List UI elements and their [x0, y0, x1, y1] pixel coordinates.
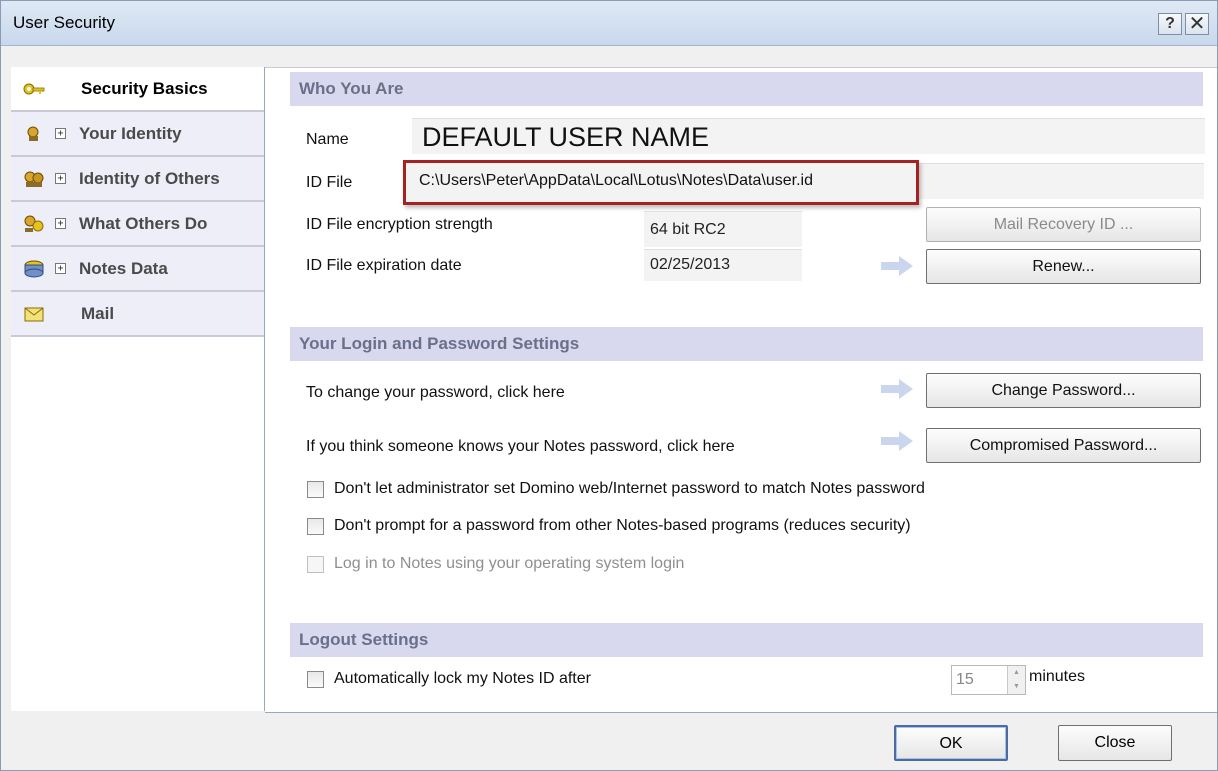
expand-icon[interactable]: +	[55, 218, 66, 229]
sidebar-item-security-basics[interactable]: Security Basics	[11, 67, 264, 112]
close-button[interactable]: Close	[1058, 725, 1172, 761]
envelope-icon	[24, 307, 44, 322]
checkbox-label: Log in to Notes using your operating sys…	[334, 555, 685, 572]
database-icon	[24, 260, 44, 278]
minutes-stepper[interactable]: 15 ▲ ▼	[951, 665, 1026, 695]
compromised-password-text: If you think someone knows your Notes pa…	[306, 438, 735, 455]
checkbox-auto-lock[interactable]	[307, 671, 324, 688]
sidebar-item-notes-data[interactable]: + Notes Data	[11, 247, 264, 292]
renew-button[interactable]: Renew...	[926, 249, 1201, 284]
sidebar-item-label: Notes Data	[79, 259, 168, 278]
expiration-date-label: ID File expiration date	[306, 257, 462, 274]
expiration-date-value: 02/25/2013	[644, 249, 802, 281]
minutes-value: 15	[956, 671, 974, 688]
key-icon	[23, 83, 45, 95]
section-header-logout: Logout Settings	[290, 623, 1203, 657]
sidebar-item-label: What Others Do	[79, 214, 208, 233]
user-security-dialog: User Security ? ✕ Security Basics + Your…	[0, 0, 1218, 771]
sidebar-item-label: Your Identity	[79, 124, 182, 143]
help-button[interactable]: ?	[1158, 13, 1182, 35]
sidebar-item-identity-of-others[interactable]: + Identity of Others	[11, 157, 264, 202]
keys-people-icon	[24, 215, 44, 232]
people-icon	[24, 171, 44, 187]
sidebar-item-mail[interactable]: Mail	[11, 292, 264, 337]
sidebar: Security Basics + Your Identity + Identi…	[11, 67, 265, 711]
expand-icon[interactable]: +	[55, 128, 66, 139]
checkbox-label: Don't let administrator set Domino web/I…	[334, 480, 925, 497]
expand-icon[interactable]: +	[55, 173, 66, 184]
checkbox-os-login[interactable]	[307, 556, 324, 573]
minutes-label: minutes	[1029, 668, 1086, 685]
id-file-label: ID File	[306, 174, 353, 191]
spinner-arrows-icon[interactable]: ▲ ▼	[1007, 666, 1025, 694]
ok-button[interactable]: OK	[894, 725, 1008, 761]
sidebar-item-label: Mail	[81, 304, 115, 323]
name-label: Name	[306, 131, 349, 148]
sidebar-item-your-identity[interactable]: + Your Identity	[11, 112, 264, 157]
identity-icon	[27, 126, 39, 141]
expand-icon[interactable]: +	[55, 263, 66, 274]
id-file-value: C:\Users\Peter\AppData\Local\Lotus\Notes…	[419, 172, 813, 189]
sidebar-item-label: Identity of Others	[79, 169, 220, 188]
mail-recovery-id-button[interactable]: Mail Recovery ID ...	[926, 207, 1201, 242]
section-header-who-you-are: Who You Are	[290, 72, 1203, 106]
close-window-button[interactable]: ✕	[1185, 13, 1209, 35]
arrow-right-icon	[881, 431, 913, 451]
window-title: User Security	[13, 13, 116, 32]
checkbox-label: Automatically lock my Notes ID after	[334, 670, 591, 687]
sidebar-item-what-others-do[interactable]: + What Others Do	[11, 202, 264, 247]
compromised-password-button[interactable]: Compromised Password...	[926, 428, 1201, 463]
encryption-strength-value: 64 bit RC2	[644, 211, 802, 247]
checkbox-dont-prompt-password[interactable]	[307, 518, 324, 535]
title-bar: User Security ? ✕	[1, 1, 1217, 46]
checkbox-label: Don't prompt for a password from other N…	[334, 517, 911, 534]
arrow-right-icon	[881, 379, 913, 399]
section-header-login-password: Your Login and Password Settings	[290, 327, 1203, 361]
name-value: DEFAULT USER NAME	[412, 118, 1205, 154]
encryption-strength-label: ID File encryption strength	[306, 216, 493, 233]
checkbox-domino-password-sync[interactable]	[307, 481, 324, 498]
arrow-right-icon	[881, 256, 913, 276]
change-password-text: To change your password, click here	[306, 384, 565, 401]
sidebar-item-label: Security Basics	[81, 79, 208, 98]
change-password-button[interactable]: Change Password...	[926, 373, 1201, 408]
id-file-highlight: C:\Users\Peter\AppData\Local\Lotus\Notes…	[403, 160, 919, 205]
